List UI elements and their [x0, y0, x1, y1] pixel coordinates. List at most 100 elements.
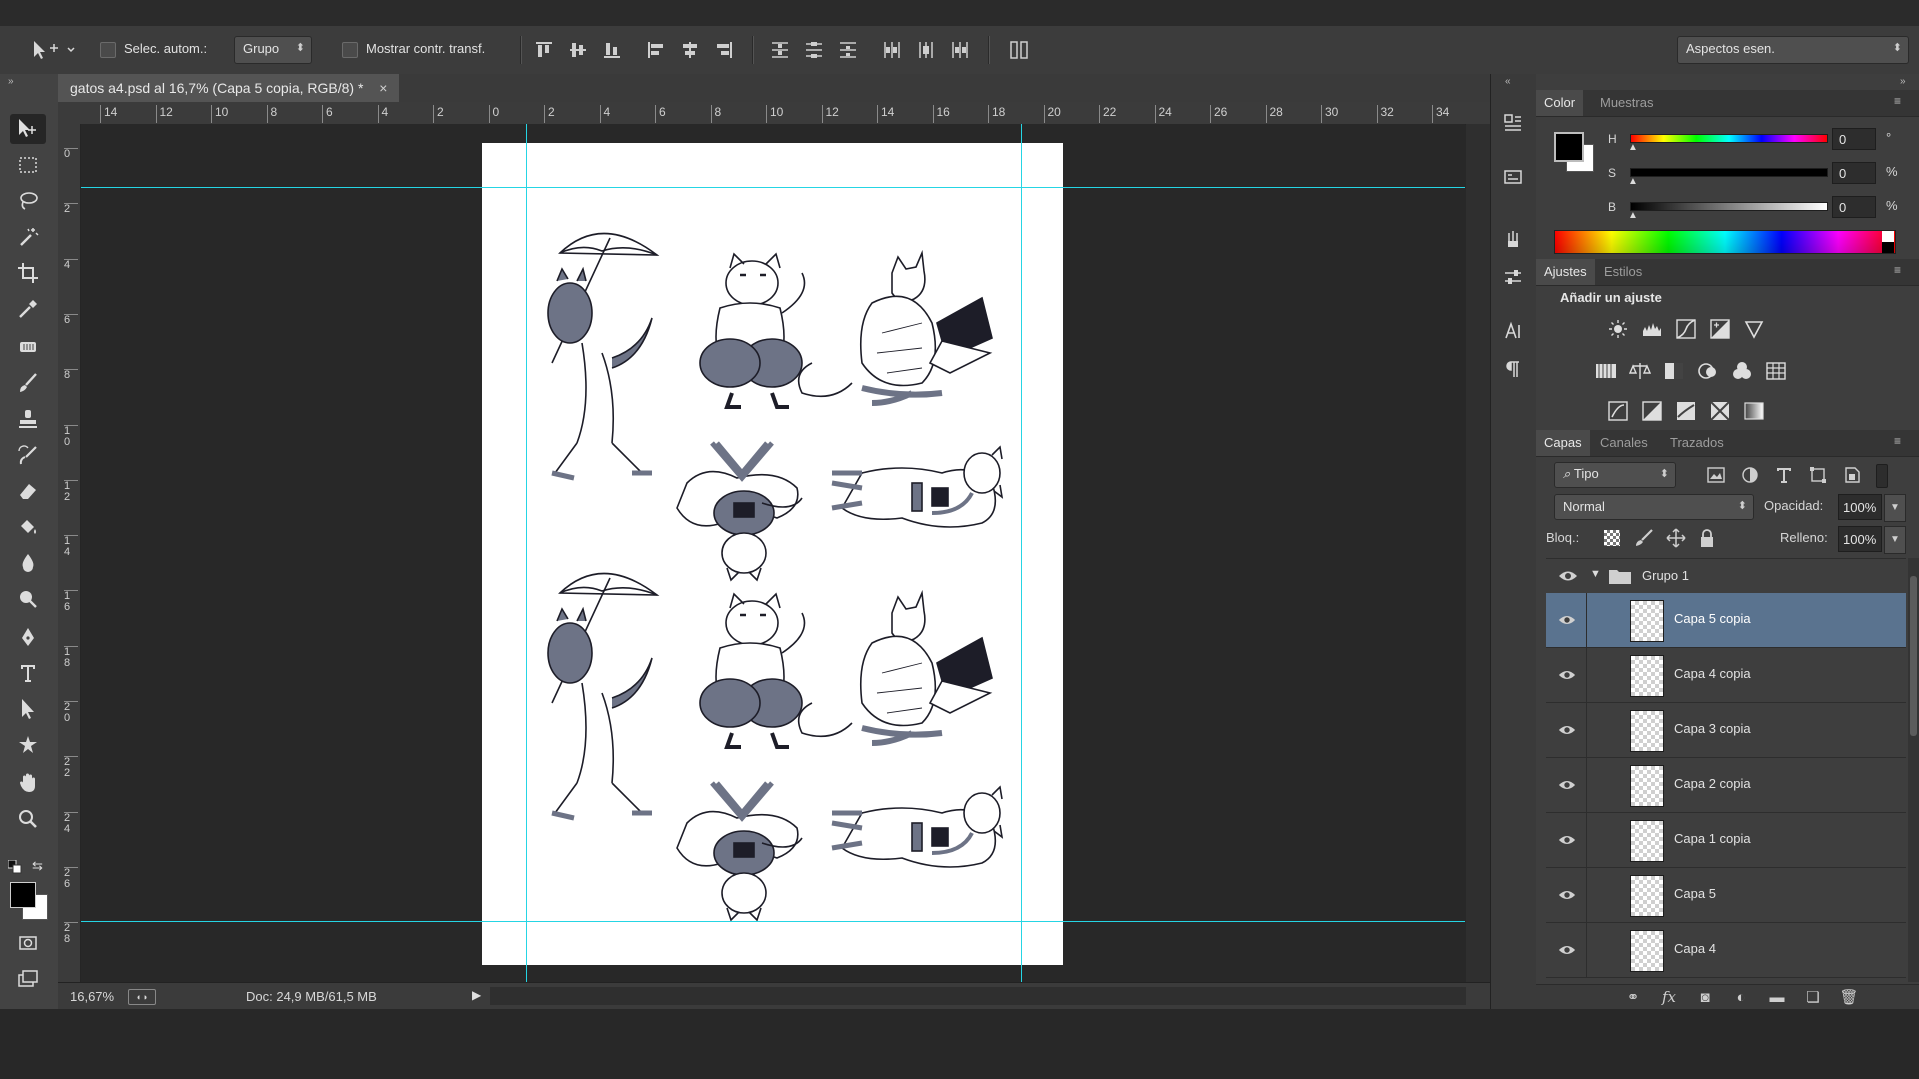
guide-horizontal[interactable]: [81, 187, 1465, 188]
auto-align-layers-icon[interactable]: [1008, 40, 1030, 60]
swap-colors-icon[interactable]: ⇆: [32, 858, 48, 874]
opacity-input[interactable]: 100%: [1838, 494, 1882, 520]
layers-scrollbar[interactable]: [1908, 558, 1919, 982]
visibility-eye-icon[interactable]: [1558, 611, 1576, 629]
lock-transparent-icon[interactable]: [1604, 530, 1620, 546]
layer-row[interactable]: Capa 1 copia: [1546, 813, 1906, 868]
tab-swatches[interactable]: Muestras: [1592, 90, 1661, 116]
filter-pixel-icon[interactable]: [1706, 466, 1726, 484]
blur-tool[interactable]: [10, 548, 46, 578]
custom-shape-tool[interactable]: [10, 730, 46, 760]
workspace-dropdown[interactable]: Aspectos esen.: [1677, 36, 1909, 64]
brush-presets-icon[interactable]: [1498, 224, 1528, 254]
horizontal-scrollbar[interactable]: [490, 987, 1466, 1005]
opacity-dropdown-icon[interactable]: ▼: [1884, 494, 1906, 522]
brightness-slider-handle-icon[interactable]: ▲: [1628, 210, 1638, 221]
magic-wand-tool[interactable]: [10, 222, 46, 252]
history-brush-tool[interactable]: [10, 440, 46, 470]
pen-tool[interactable]: [10, 622, 46, 652]
canvas-vertical-scrollbar[interactable]: [1466, 124, 1490, 982]
move-tool[interactable]: [10, 114, 46, 144]
selective-color-icon[interactable]: [1708, 400, 1732, 422]
brightness-slider[interactable]: [1630, 202, 1828, 211]
fill-dropdown-icon[interactable]: ▼: [1884, 526, 1906, 554]
tab-paths[interactable]: Trazados: [1662, 430, 1732, 456]
threshold-icon[interactable]: [1674, 400, 1698, 422]
auto-select-dropdown[interactable]: Grupo: [234, 36, 312, 64]
auto-select-checkbox[interactable]: [100, 42, 116, 58]
path-selection-tool[interactable]: [10, 694, 46, 724]
properties-panel-icon[interactable]: [1498, 162, 1528, 192]
align-bottom-edges-icon[interactable]: [602, 40, 622, 60]
status-menu-arrow-icon[interactable]: ▶: [472, 988, 481, 1002]
tab-channels[interactable]: Canales: [1592, 430, 1656, 456]
document-page[interactable]: [482, 143, 1063, 965]
close-document-icon[interactable]: ×: [379, 80, 387, 96]
dock-collapse-icon[interactable]: «: [1505, 76, 1511, 87]
marquee-tool[interactable]: [10, 150, 46, 180]
layer-thumbnail[interactable]: [1630, 655, 1664, 697]
saturation-slider[interactable]: [1630, 168, 1828, 177]
curves-icon[interactable]: [1674, 318, 1698, 340]
add-mask-icon[interactable]: ◙: [1694, 987, 1716, 1007]
horizontal-ruler[interactable]: 14 12 10 8 6 4 2 0 2 4 6 8 10 12 14 16 18 20 22 24 26 28 30 32 3…: [78, 102, 1490, 125]
align-left-edges-icon[interactable]: [646, 40, 666, 60]
filter-adjustment-icon[interactable]: [1740, 466, 1760, 484]
align-vertical-centers-icon[interactable]: [568, 40, 588, 60]
layer-group-row[interactable]: ▼ Grupo 1: [1546, 559, 1906, 594]
layer-row[interactable]: Capa 5: [1546, 868, 1906, 923]
layer-name[interactable]: Capa 1 copia: [1674, 831, 1751, 846]
move-tool-preset-icon[interactable]: [30, 38, 78, 62]
layer-name[interactable]: Capa 5: [1674, 886, 1716, 901]
filter-shape-icon[interactable]: [1808, 466, 1828, 484]
tab-styles[interactable]: Estilos: [1596, 259, 1650, 285]
type-tool[interactable]: [10, 658, 46, 688]
layer-thumbnail[interactable]: [1630, 600, 1664, 642]
paint-bucket-tool[interactable]: [10, 512, 46, 542]
default-colors-icon[interactable]: [7, 859, 22, 874]
visibility-eye-icon[interactable]: [1558, 886, 1576, 904]
layer-name[interactable]: Capa 4: [1674, 941, 1716, 956]
document-tab[interactable]: gatos a4.psd al 16,7% (Capa 5 copia, RGB…: [58, 74, 400, 102]
exposure-icon[interactable]: [1708, 318, 1732, 340]
zoom-tool[interactable]: [10, 804, 46, 834]
layer-row[interactable]: Capa 4: [1546, 923, 1906, 978]
color-balance-icon[interactable]: [1628, 360, 1652, 382]
distribute-bottom-icon[interactable]: [838, 40, 858, 60]
hue-saturation-icon[interactable]: [1594, 360, 1618, 382]
vertical-ruler[interactable]: 0 2 4 6 8 1 0 1 2 1 4 1 6 1 8 2 0 2 2 2 4 2 6 2 8: [58, 124, 81, 982]
show-transform-checkbox[interactable]: [342, 42, 358, 58]
dodge-tool[interactable]: [10, 584, 46, 614]
distribute-vertical-centers-icon[interactable]: [804, 40, 824, 60]
layers-scrollbar-thumb[interactable]: [1910, 576, 1917, 736]
guide-vertical[interactable]: [1021, 124, 1022, 982]
layer-row[interactable]: Capa 2 copia: [1546, 758, 1906, 813]
eraser-tool[interactable]: [10, 476, 46, 506]
saturation-input[interactable]: 0: [1832, 162, 1876, 184]
tab-layers[interactable]: Capas: [1536, 430, 1590, 456]
layer-thumbnail[interactable]: [1630, 820, 1664, 862]
brush-tool[interactable]: [10, 368, 46, 398]
quick-mask-icon[interactable]: [10, 928, 46, 958]
new-layer-icon[interactable]: ❏: [1802, 987, 1824, 1007]
hue-input[interactable]: 0: [1832, 128, 1876, 150]
filter-smart-object-icon[interactable]: [1842, 466, 1862, 484]
visibility-eye-icon[interactable]: [1558, 568, 1578, 584]
hue-slider[interactable]: [1630, 134, 1828, 143]
channel-mixer-icon[interactable]: [1730, 360, 1754, 382]
layer-name[interactable]: Capa 3 copia: [1674, 721, 1751, 736]
lock-pixels-icon[interactable]: [1634, 528, 1654, 548]
new-adjustment-layer-icon[interactable]: ◐: [1730, 987, 1752, 1007]
color-panel-menu-icon[interactable]: ≡: [1894, 94, 1901, 108]
group-expand-icon[interactable]: ▼: [1590, 568, 1601, 580]
clone-stamp-tool[interactable]: [10, 404, 46, 434]
saturation-slider-handle-icon[interactable]: ▲: [1628, 176, 1638, 187]
ruler-origin[interactable]: [58, 102, 78, 124]
layer-name[interactable]: Capa 2 copia: [1674, 776, 1751, 791]
lasso-tool[interactable]: [10, 186, 46, 216]
layer-name[interactable]: Capa 5 copia: [1674, 611, 1751, 626]
lock-position-icon[interactable]: [1666, 528, 1686, 548]
vibrance-icon[interactable]: [1742, 318, 1766, 340]
layer-row[interactable]: Capa 4 copia: [1546, 648, 1906, 703]
foreground-color-swatch[interactable]: [10, 882, 36, 908]
